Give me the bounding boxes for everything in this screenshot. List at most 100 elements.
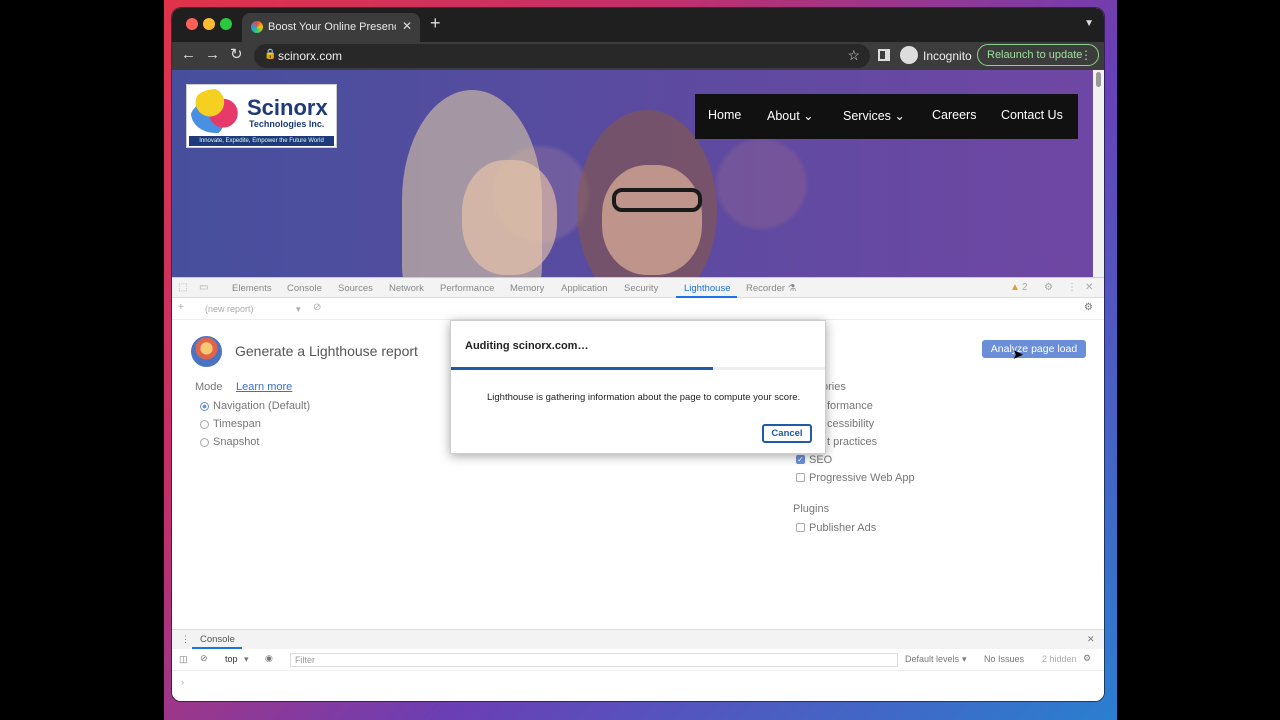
- tab-network[interactable]: Network: [389, 283, 424, 294]
- close-window-button[interactable]: [186, 18, 198, 30]
- audit-progress-bar: [451, 367, 825, 370]
- context-select[interactable]: top: [225, 654, 238, 664]
- cancel-button[interactable]: Cancel: [762, 424, 812, 443]
- hidden-count: 2 hidden: [1042, 654, 1077, 664]
- console-drawer: ⋮ Console ✕ ◫ ⊘ top ▾ ◉ Filter Default l…: [172, 629, 1104, 701]
- forward-arrow-icon[interactable]: →: [205, 46, 220, 64]
- minimize-window-button[interactable]: [203, 18, 215, 30]
- tab-console[interactable]: Console: [287, 283, 322, 294]
- mode-navigation-radio[interactable]: [200, 402, 209, 411]
- plugin-publisher-ads-label[interactable]: Publisher Ads: [809, 522, 876, 534]
- console-settings-gear-icon[interactable]: ⚙: [1083, 653, 1091, 664]
- tab-strip: Boost Your Online Presence w ✕ + ▼: [172, 8, 1104, 42]
- logo-tagline: Innovate, Expedite, Empower the Future W…: [189, 136, 334, 146]
- lighthouse-logo-icon: [191, 336, 222, 367]
- context-chevron-icon[interactable]: ▾: [244, 654, 249, 665]
- category-pwa-label[interactable]: Progressive Web App: [809, 472, 915, 484]
- nav-about[interactable]: About ⌄: [767, 108, 814, 123]
- new-tab-button[interactable]: +: [430, 14, 441, 32]
- sidebar-toggle-icon[interactable]: ◫: [179, 654, 188, 665]
- address-bar[interactable]: 🔒 scinorx.com ☆: [254, 44, 870, 68]
- clear-console-icon[interactable]: ⊘: [200, 653, 208, 664]
- category-accessibility-label[interactable]: cessibility: [827, 418, 874, 430]
- log-levels-select[interactable]: Default levels: [905, 654, 959, 664]
- site-logo[interactable]: Scinorx Technologies Inc. Innovate, Expe…: [186, 84, 337, 148]
- nav-home[interactable]: Home: [708, 108, 741, 122]
- back-arrow-icon[interactable]: ←: [181, 46, 196, 64]
- category-seo-label[interactable]: SEO: [809, 454, 832, 466]
- report-select-chevron-icon[interactable]: ▾: [296, 304, 301, 315]
- report-select[interactable]: (new report): [205, 304, 254, 314]
- tab-lighthouse[interactable]: Lighthouse: [684, 283, 730, 294]
- page-scrollbar[interactable]: [1093, 70, 1104, 277]
- zoom-window-button[interactable]: [220, 18, 232, 30]
- kebab-menu-icon[interactable]: ⋮: [1080, 48, 1092, 62]
- lighthouse-settings-gear-icon[interactable]: ⚙: [1084, 302, 1093, 313]
- devtools-menu-icon[interactable]: ⋮: [1067, 282, 1077, 293]
- close-devtools-icon[interactable]: ✕: [1085, 282, 1093, 293]
- category-seo-checkbox[interactable]: ✓: [796, 455, 805, 464]
- warnings-count[interactable]: 2: [1022, 282, 1028, 293]
- reload-icon[interactable]: ↻: [230, 46, 243, 64]
- mode-timespan-radio[interactable]: [200, 420, 209, 429]
- nav-services[interactable]: Services ⌄: [843, 108, 905, 123]
- side-panel-icon[interactable]: [878, 49, 890, 61]
- device-toolbar-icon[interactable]: ▭: [199, 282, 208, 293]
- nav-contact[interactable]: Contact Us: [1001, 108, 1063, 122]
- issues-counter[interactable]: No Issues: [984, 654, 1024, 664]
- tab-application[interactable]: Application: [561, 283, 607, 294]
- nav-services-label: Services: [843, 109, 891, 123]
- relaunch-button[interactable]: Relaunch to update ⋮: [977, 44, 1099, 66]
- tab-sources[interactable]: Sources: [338, 283, 373, 294]
- category-pwa-checkbox[interactable]: [796, 473, 805, 482]
- category-performance-label[interactable]: formance: [827, 400, 873, 412]
- learn-more-link[interactable]: Learn more: [236, 381, 292, 393]
- analyze-page-load-button[interactable]: Analyze page load: [982, 340, 1086, 358]
- lighthouse-title: Generate a Lighthouse report: [235, 343, 418, 359]
- log-levels-chevron-icon[interactable]: ▾: [962, 654, 967, 665]
- inspect-element-icon[interactable]: ⬚: [178, 282, 187, 293]
- hero-photo-face-2: [602, 165, 702, 275]
- website-hero: Scinorx Technologies Inc. Innovate, Expe…: [172, 70, 1093, 277]
- console-filter-input[interactable]: Filter: [290, 653, 898, 667]
- lighthouse-start-view: Generate a Lighthouse report Analyze pag…: [172, 320, 1104, 629]
- devtools-tab-bar: ⬚ ▭ Elements Console Sources Network Per…: [172, 278, 1104, 298]
- clear-reports-icon[interactable]: ⊘: [313, 302, 321, 313]
- drawer-menu-icon[interactable]: ⋮: [181, 634, 190, 645]
- tab-search-chevron-icon[interactable]: ▼: [1084, 18, 1094, 29]
- drawer-tab-bar: ⋮ Console ✕: [172, 630, 1104, 649]
- tab-elements[interactable]: Elements: [232, 283, 272, 294]
- nav-careers[interactable]: Careers: [932, 108, 976, 122]
- mode-snapshot-radio[interactable]: [200, 438, 209, 447]
- console-prompt-icon[interactable]: ›: [181, 677, 184, 687]
- bookmark-star-icon[interactable]: ☆: [847, 47, 860, 64]
- dialog-title: Auditing scinorx.com…: [465, 340, 589, 352]
- incognito-label: Incognito: [923, 49, 972, 63]
- close-tab-icon[interactable]: ✕: [402, 19, 412, 33]
- tab-title: Boost Your Online Presence w: [268, 21, 396, 33]
- live-expression-eye-icon[interactable]: ◉: [265, 653, 273, 664]
- mode-navigation-label[interactable]: Navigation (Default): [213, 400, 310, 412]
- drawer-tab-console[interactable]: Console: [200, 634, 235, 645]
- tab-security[interactable]: Security: [624, 283, 658, 294]
- scrollbar-thumb[interactable]: [1096, 72, 1101, 87]
- chevron-down-icon: ⌄: [894, 109, 905, 123]
- tab-performance[interactable]: Performance: [440, 283, 494, 294]
- site-nav: Home About ⌄ Services ⌄ Careers Contact …: [695, 94, 1078, 139]
- mode-snapshot-label[interactable]: Snapshot: [213, 436, 259, 448]
- tab-recorder[interactable]: Recorder ⚗: [746, 283, 796, 294]
- browser-toolbar: ← → ↻ 🔒 scinorx.com ☆ Incognito Relaunch…: [172, 42, 1104, 70]
- plugin-publisher-ads-checkbox[interactable]: [796, 523, 805, 532]
- tab-memory[interactable]: Memory: [510, 283, 544, 294]
- warning-icon[interactable]: ▲: [1010, 282, 1020, 293]
- browser-tab[interactable]: Boost Your Online Presence w ✕: [242, 13, 420, 42]
- add-report-icon[interactable]: +: [178, 302, 184, 313]
- lock-icon: 🔒: [264, 49, 277, 60]
- mode-timespan-label[interactable]: Timespan: [213, 418, 261, 430]
- close-drawer-icon[interactable]: ✕: [1087, 634, 1095, 645]
- logo-name: Scinorx: [247, 95, 328, 120]
- mode-label: Mode: [195, 381, 223, 393]
- category-best-practices-label[interactable]: t practices: [827, 436, 877, 448]
- logo-mark-icon: [191, 89, 245, 133]
- settings-gear-icon[interactable]: ⚙: [1044, 282, 1053, 293]
